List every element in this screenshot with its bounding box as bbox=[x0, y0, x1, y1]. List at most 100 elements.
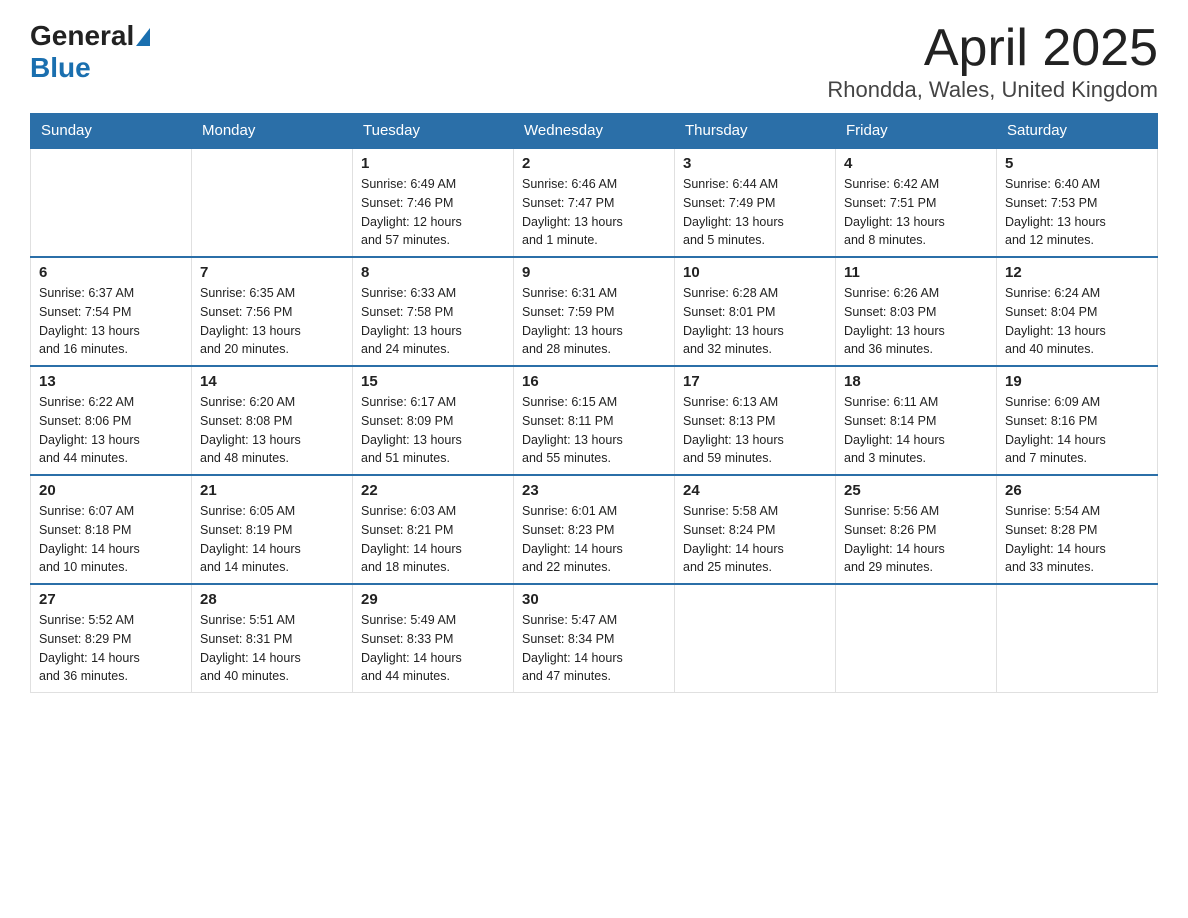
calendar-cell: 6 Sunrise: 6:37 AMSunset: 7:54 PMDaylight… bbox=[31, 257, 192, 366]
calendar-cell: 10Sunrise: 6:28 AMSunset: 8:01 PMDayligh… bbox=[675, 257, 836, 366]
col-header-saturday: Saturday bbox=[997, 114, 1158, 149]
cell-day-info: Sunrise: 6:20 AMSunset: 8:08 PMDaylight:… bbox=[200, 393, 344, 468]
cell-day-info: Sunrise: 5:54 AMSunset: 8:28 PMDaylight:… bbox=[1005, 502, 1149, 577]
cell-day-info: Sunrise: 6:40 AMSunset: 7:53 PMDaylight:… bbox=[1005, 175, 1149, 250]
cell-day-number: 14 bbox=[200, 373, 344, 390]
calendar-cell: 11Sunrise: 6:26 AMSunset: 8:03 PMDayligh… bbox=[836, 257, 997, 366]
calendar-cell: 14 Sunrise: 6:20 AMSunset: 8:08 PMDayligh… bbox=[192, 366, 353, 475]
cell-day-number: 16 bbox=[522, 373, 666, 390]
col-header-sunday: Sunday bbox=[31, 114, 192, 149]
cell-day-number: 9 bbox=[522, 264, 666, 281]
calendar-cell: 26 Sunrise: 5:54 AMSunset: 8:28 PMDayligh… bbox=[997, 475, 1158, 584]
logo-general-text: General bbox=[30, 20, 134, 52]
cell-day-number: 19 bbox=[1005, 373, 1149, 390]
cell-day-info: Sunrise: 6:35 AMSunset: 7:56 PMDaylight:… bbox=[200, 284, 344, 359]
cell-day-info: Sunrise: 5:49 AMSunset: 8:33 PMDaylight:… bbox=[361, 611, 505, 686]
calendar-cell: 27 Sunrise: 5:52 AMSunset: 8:29 PMDayligh… bbox=[31, 584, 192, 693]
cell-day-number: 8 bbox=[361, 264, 505, 281]
calendar-title: April 2025 bbox=[827, 20, 1158, 77]
cell-day-number: 21 bbox=[200, 482, 344, 499]
calendar-cell: 15Sunrise: 6:17 AMSunset: 8:09 PMDayligh… bbox=[353, 366, 514, 475]
calendar-week-row: 13Sunrise: 6:22 AMSunset: 8:06 PMDayligh… bbox=[31, 366, 1158, 475]
cell-day-number: 24 bbox=[683, 482, 827, 499]
cell-day-number: 28 bbox=[200, 591, 344, 608]
calendar-cell: 9Sunrise: 6:31 AMSunset: 7:59 PMDaylight… bbox=[514, 257, 675, 366]
title-area: April 2025 Rhondda, Wales, United Kingdo… bbox=[827, 20, 1158, 103]
cell-day-info: Sunrise: 6:44 AMSunset: 7:49 PMDaylight:… bbox=[683, 175, 827, 250]
calendar-week-row: 6 Sunrise: 6:37 AMSunset: 7:54 PMDaylight… bbox=[31, 257, 1158, 366]
col-header-friday: Friday bbox=[836, 114, 997, 149]
calendar-cell: 16 Sunrise: 6:15 AMSunset: 8:11 PMDayligh… bbox=[514, 366, 675, 475]
cell-day-info: Sunrise: 6:26 AMSunset: 8:03 PMDaylight:… bbox=[844, 284, 988, 359]
calendar-cell: 21Sunrise: 6:05 AMSunset: 8:19 PMDayligh… bbox=[192, 475, 353, 584]
calendar-cell bbox=[675, 584, 836, 693]
calendar-week-row: 1Sunrise: 6:49 AMSunset: 7:46 PMDaylight… bbox=[31, 148, 1158, 257]
calendar-cell: 12 Sunrise: 6:24 AMSunset: 8:04 PMDayligh… bbox=[997, 257, 1158, 366]
cell-day-info: Sunrise: 6:22 AMSunset: 8:06 PMDaylight:… bbox=[39, 393, 183, 468]
calendar-cell: 19 Sunrise: 6:09 AMSunset: 8:16 PMDayligh… bbox=[997, 366, 1158, 475]
calendar-cell: 20 Sunrise: 6:07 AMSunset: 8:18 PMDayligh… bbox=[31, 475, 192, 584]
cell-day-number: 2 bbox=[522, 155, 666, 172]
calendar-cell: 25 Sunrise: 5:56 AMSunset: 8:26 PMDayligh… bbox=[836, 475, 997, 584]
calendar-cell: 8 Sunrise: 6:33 AMSunset: 7:58 PMDaylight… bbox=[353, 257, 514, 366]
cell-day-info: Sunrise: 6:46 AMSunset: 7:47 PMDaylight:… bbox=[522, 175, 666, 250]
calendar-cell bbox=[31, 148, 192, 257]
calendar-cell: 29 Sunrise: 5:49 AMSunset: 8:33 PMDayligh… bbox=[353, 584, 514, 693]
cell-day-number: 27 bbox=[39, 591, 183, 608]
cell-day-number: 25 bbox=[844, 482, 988, 499]
calendar-cell: 4 Sunrise: 6:42 AMSunset: 7:51 PMDaylight… bbox=[836, 148, 997, 257]
calendar-cell: 23 Sunrise: 6:01 AMSunset: 8:23 PMDayligh… bbox=[514, 475, 675, 584]
cell-day-info: Sunrise: 6:13 AMSunset: 8:13 PMDaylight:… bbox=[683, 393, 827, 468]
col-header-thursday: Thursday bbox=[675, 114, 836, 149]
header: General Blue April 2025 Rhondda, Wales, … bbox=[30, 20, 1158, 103]
cell-day-info: Sunrise: 6:24 AMSunset: 8:04 PMDaylight:… bbox=[1005, 284, 1149, 359]
cell-day-number: 20 bbox=[39, 482, 183, 499]
calendar-cell: 22Sunrise: 6:03 AMSunset: 8:21 PMDayligh… bbox=[353, 475, 514, 584]
col-header-tuesday: Tuesday bbox=[353, 114, 514, 149]
cell-day-number: 10 bbox=[683, 264, 827, 281]
calendar-week-row: 27 Sunrise: 5:52 AMSunset: 8:29 PMDayligh… bbox=[31, 584, 1158, 693]
calendar-week-row: 20 Sunrise: 6:07 AMSunset: 8:18 PMDayligh… bbox=[31, 475, 1158, 584]
cell-day-number: 3 bbox=[683, 155, 827, 172]
cell-day-info: Sunrise: 6:09 AMSunset: 8:16 PMDaylight:… bbox=[1005, 393, 1149, 468]
cell-day-info: Sunrise: 5:56 AMSunset: 8:26 PMDaylight:… bbox=[844, 502, 988, 577]
col-header-wednesday: Wednesday bbox=[514, 114, 675, 149]
cell-day-info: Sunrise: 6:15 AMSunset: 8:11 PMDaylight:… bbox=[522, 393, 666, 468]
cell-day-number: 6 bbox=[39, 264, 183, 281]
logo-triangle-icon bbox=[136, 28, 150, 46]
cell-day-number: 22 bbox=[361, 482, 505, 499]
calendar-cell: 5 Sunrise: 6:40 AMSunset: 7:53 PMDaylight… bbox=[997, 148, 1158, 257]
cell-day-number: 30 bbox=[522, 591, 666, 608]
cell-day-info: Sunrise: 5:58 AMSunset: 8:24 PMDaylight:… bbox=[683, 502, 827, 577]
cell-day-number: 23 bbox=[522, 482, 666, 499]
cell-day-info: Sunrise: 6:33 AMSunset: 7:58 PMDaylight:… bbox=[361, 284, 505, 359]
calendar-cell: 3 Sunrise: 6:44 AMSunset: 7:49 PMDaylight… bbox=[675, 148, 836, 257]
cell-day-number: 4 bbox=[844, 155, 988, 172]
cell-day-info: Sunrise: 6:11 AMSunset: 8:14 PMDaylight:… bbox=[844, 393, 988, 468]
cell-day-info: Sunrise: 5:52 AMSunset: 8:29 PMDaylight:… bbox=[39, 611, 183, 686]
cell-day-info: Sunrise: 5:47 AMSunset: 8:34 PMDaylight:… bbox=[522, 611, 666, 686]
logo-blue-text: Blue bbox=[30, 52, 91, 84]
calendar-location: Rhondda, Wales, United Kingdom bbox=[827, 77, 1158, 103]
calendar-cell: 1Sunrise: 6:49 AMSunset: 7:46 PMDaylight… bbox=[353, 148, 514, 257]
cell-day-number: 26 bbox=[1005, 482, 1149, 499]
calendar-cell: 17 Sunrise: 6:13 AMSunset: 8:13 PMDayligh… bbox=[675, 366, 836, 475]
cell-day-number: 17 bbox=[683, 373, 827, 390]
cell-day-info: Sunrise: 6:01 AMSunset: 8:23 PMDaylight:… bbox=[522, 502, 666, 577]
cell-day-info: Sunrise: 6:49 AMSunset: 7:46 PMDaylight:… bbox=[361, 175, 505, 250]
calendar-cell bbox=[192, 148, 353, 257]
cell-day-info: Sunrise: 5:51 AMSunset: 8:31 PMDaylight:… bbox=[200, 611, 344, 686]
calendar-cell: 24 Sunrise: 5:58 AMSunset: 8:24 PMDayligh… bbox=[675, 475, 836, 584]
calendar-cell: 30 Sunrise: 5:47 AMSunset: 8:34 PMDayligh… bbox=[514, 584, 675, 693]
cell-day-number: 29 bbox=[361, 591, 505, 608]
calendar-cell: 2 Sunrise: 6:46 AMSunset: 7:47 PMDaylight… bbox=[514, 148, 675, 257]
cell-day-info: Sunrise: 6:37 AMSunset: 7:54 PMDaylight:… bbox=[39, 284, 183, 359]
cell-day-info: Sunrise: 6:07 AMSunset: 8:18 PMDaylight:… bbox=[39, 502, 183, 577]
cell-day-info: Sunrise: 6:42 AMSunset: 7:51 PMDaylight:… bbox=[844, 175, 988, 250]
logo: General Blue bbox=[30, 20, 150, 84]
calendar-cell: 7Sunrise: 6:35 AMSunset: 7:56 PMDaylight… bbox=[192, 257, 353, 366]
calendar-header-row: SundayMondayTuesdayWednesdayThursdayFrid… bbox=[31, 114, 1158, 149]
cell-day-number: 12 bbox=[1005, 264, 1149, 281]
cell-day-number: 15 bbox=[361, 373, 505, 390]
cell-day-number: 5 bbox=[1005, 155, 1149, 172]
